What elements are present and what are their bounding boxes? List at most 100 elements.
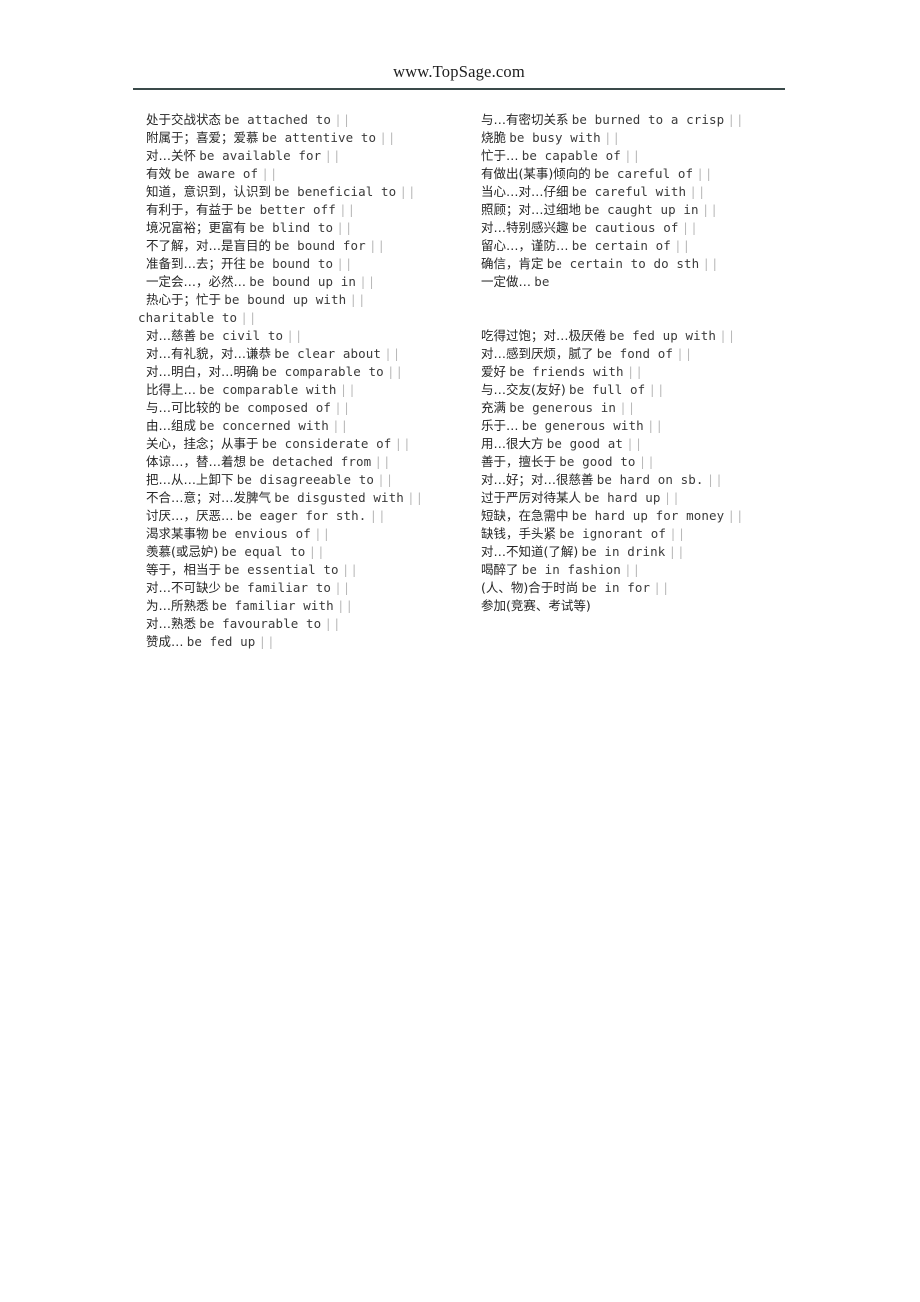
entry-chinese: 对…不可缺少 <box>146 580 222 595</box>
glossary-block: 与…有密切关系 be burned to a crisp || 烧脆 be bus… <box>481 111 811 291</box>
entry-separator: || <box>727 112 745 127</box>
entry-separator: || <box>696 166 714 181</box>
entry-separator: || <box>334 400 352 415</box>
entry-english: be concerned with <box>199 418 329 433</box>
entry-separator: || <box>334 580 352 595</box>
entry-separator: || <box>676 346 694 361</box>
entry-separator: || <box>377 472 395 487</box>
entry-english: be hard up <box>584 490 661 505</box>
glossary-block: 吃得过饱；对…极厌倦 be fed up with || 对…感到厌烦，腻了 be… <box>481 327 811 615</box>
entry-chinese: 确信，肯定 <box>481 256 544 271</box>
glossary-entry: 吃得过饱；对…极厌倦 be fed up with || <box>481 327 811 345</box>
glossary-entry: 照顾；对…过细地 be caught up in || <box>481 201 811 219</box>
entry-separator: || <box>702 256 720 271</box>
entry-separator: || <box>339 382 357 397</box>
entry-english: be composed of <box>224 400 332 415</box>
entry-separator: || <box>727 508 745 523</box>
entry-chinese: 附属于；喜爱；爱慕 <box>146 130 259 145</box>
glossary-entry: 过于严厉对待某人 be hard up || <box>481 489 811 507</box>
entry-english: be busy with <box>509 130 601 145</box>
entry-english: be fond of <box>596 346 674 361</box>
entry-english: be certain of <box>571 238 671 253</box>
entry-separator: || <box>332 418 350 433</box>
entry-chinese: 吃得过饱；对…极厌倦 <box>481 328 607 343</box>
entry-chinese: 忙于… <box>481 148 519 163</box>
glossary-entry: 把…从…上卸下 be disagreeable to || <box>138 471 483 489</box>
entry-separator: || <box>663 490 681 505</box>
glossary-entry: 赞成… be fed up || <box>138 633 483 651</box>
entry-separator: || <box>653 580 671 595</box>
glossary-entry: 等于，相当于 be essential to || <box>138 561 483 579</box>
entry-english: be careful with <box>571 184 687 199</box>
entry-english: be generous with <box>521 418 644 433</box>
entry-chinese: 爱好 <box>481 364 507 379</box>
entry-english: be friends with <box>509 364 624 379</box>
glossary-entry: 对…不知道(了解) be in drink || <box>481 543 811 561</box>
entry-separator: || <box>668 544 686 559</box>
entry-chinese: 渴求某事物 <box>146 526 209 541</box>
glossary-entry: 对…有礼貌，对…谦恭 be clear about || <box>138 345 483 363</box>
entry-separator: || <box>349 292 367 307</box>
entry-english: be essential to <box>224 562 339 577</box>
glossary-entry: 讨厌…，厌恶… be eager for sth. || <box>138 507 483 525</box>
entry-english: be disgusted with <box>274 490 404 505</box>
entry-chinese: 有效 <box>146 166 172 181</box>
entry-separator: || <box>407 490 425 505</box>
entry-english: be generous in <box>509 400 617 415</box>
entry-chinese: 比得上… <box>146 382 197 397</box>
entry-separator: || <box>626 364 644 379</box>
entry-separator: || <box>286 328 304 343</box>
entry-chinese: 一定做… <box>481 274 532 289</box>
entry-chinese: 对…特别感兴趣 <box>481 220 569 235</box>
glossary-entry: 对…好；对…很慈善 be hard on sb. || <box>481 471 811 489</box>
entry-chinese: 留心…，谨防… <box>481 238 569 253</box>
entry-separator: || <box>374 454 392 469</box>
glossary-entry: 知道，意识到，认识到 be beneficial to || <box>138 183 483 201</box>
glossary-entry: 由…组成 be concerned with || <box>138 417 483 435</box>
entry-english: be attached to <box>224 112 332 127</box>
entry-english: be certain to do sth <box>546 256 700 271</box>
entry-chinese: 等于，相当于 <box>146 562 222 577</box>
entry-chinese: 赞成… <box>146 634 184 649</box>
entry-separator: || <box>701 202 719 217</box>
entry-english: be disagreeable to <box>236 472 375 487</box>
entry-english: be considerate of <box>261 436 392 451</box>
glossary-entry: 附属于；喜爱；爱慕 be attentive to || <box>138 129 483 147</box>
glossary-entry: 羡慕(或忌妒) be equal to || <box>138 543 483 561</box>
entry-english: be favourable to <box>199 616 322 631</box>
entry-english: be familiar with <box>211 598 334 613</box>
entry-english: be fed up <box>186 634 256 649</box>
entry-chinese: 当心…对…仔细 <box>481 184 569 199</box>
entry-chinese: 过于严厉对待某人 <box>481 490 582 505</box>
glossary-entry: 对…不可缺少 be familiar to || <box>138 579 483 597</box>
entry-chinese: 对…关怀 <box>146 148 197 163</box>
entry-english: be eager for sth. <box>236 508 367 523</box>
entry-chinese: 关心，挂念；从事于 <box>146 436 259 451</box>
entry-separator: || <box>624 148 642 163</box>
entry-english: be blind to <box>249 220 334 235</box>
entry-chinese: 不合…意；对…发脾气 <box>146 490 272 505</box>
entry-english: be in fashion <box>521 562 621 577</box>
glossary-entry: 对…感到厌烦，腻了 be fond of || <box>481 345 811 363</box>
glossary-entry: 参加(竞赛、考试等) <box>481 597 811 615</box>
entry-separator: || <box>324 148 342 163</box>
entry-english: be careful of <box>594 166 694 181</box>
entry-chinese: 把…从…上卸下 <box>146 472 234 487</box>
glossary-entry: 烧脆 be busy with || <box>481 129 811 147</box>
entry-chinese: 参加(竞赛、考试等) <box>481 598 591 613</box>
entry-chinese: 体谅…，替…着想 <box>146 454 247 469</box>
entry-chinese: 对…有礼貌，对…谦恭 <box>146 346 272 361</box>
glossary-entry: 喝醉了 be in fashion || <box>481 561 811 579</box>
glossary-entry: 有效 be aware of || <box>138 165 483 183</box>
glossary-entry: 留心…，谨防… be certain of || <box>481 237 811 255</box>
glossary-entry: 境况富裕；更富有 be blind to || <box>138 219 483 237</box>
glossary-block: 处于交战状态 be attached to || 附属于；喜爱；爱慕 be att… <box>138 111 483 651</box>
entry-chinese: 对…明白，对…明确 <box>146 364 259 379</box>
entry-separator: || <box>689 184 707 199</box>
entry-chinese: 处于交战状态 <box>146 112 222 127</box>
entry-english: be attentive to <box>261 130 377 145</box>
glossary-entry: 关心，挂念；从事于 be considerate of || <box>138 435 483 453</box>
entry-chinese: 热心于；忙于 <box>146 292 222 307</box>
glossary-entry: charitable to || <box>138 309 483 327</box>
entry-separator: || <box>336 220 354 235</box>
